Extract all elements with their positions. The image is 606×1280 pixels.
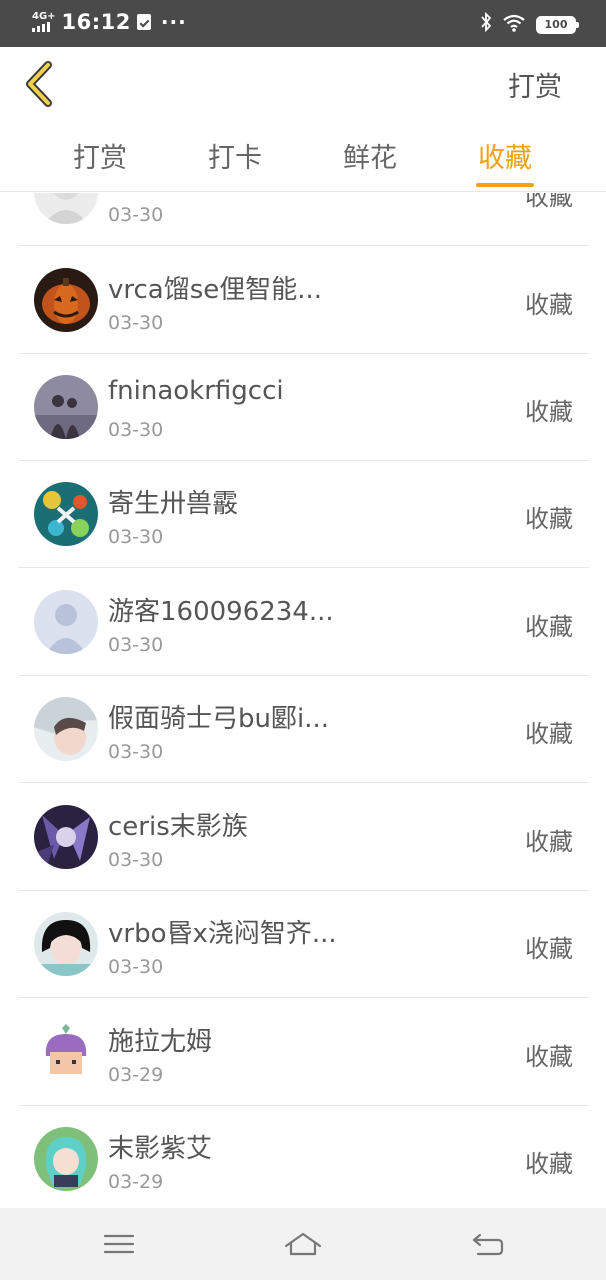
- avatar: [34, 193, 98, 224]
- back-arrow-icon: [472, 1233, 504, 1256]
- list-item[interactable]: 末影紫艾 03-29 收藏: [18, 1106, 589, 1208]
- menu-button[interactable]: [99, 1226, 139, 1262]
- date: 03-29: [108, 1171, 164, 1193]
- list-item[interactable]: 游客160096234... 03-30 收藏: [18, 569, 589, 676]
- home-button[interactable]: [283, 1226, 323, 1262]
- user-name: 施拉尢姆: [108, 1027, 213, 1057]
- avatar: [34, 375, 98, 439]
- tab-flowers[interactable]: 鲜花: [330, 136, 410, 175]
- active-tab-indicator: [476, 183, 534, 187]
- date: 03-30: [108, 741, 164, 763]
- favorites-list: 03-30 收藏 vrca馏se俚智能... 03-30 收藏 fninaokr…: [0, 193, 606, 1208]
- date: 03-30: [108, 204, 164, 226]
- avatar: [34, 1127, 98, 1191]
- battery-indicator: 100: [536, 15, 579, 34]
- avatar: [34, 912, 98, 976]
- favorite-button[interactable]: 收藏: [525, 822, 573, 857]
- list-item[interactable]: fninaokrfigcci 03-30 收藏: [18, 354, 589, 461]
- tab-reward[interactable]: 打赏: [60, 136, 140, 175]
- notification-icon: [136, 14, 151, 30]
- network-type: 4G+: [32, 11, 56, 22]
- favorite-button[interactable]: 收藏: [525, 499, 573, 534]
- date: 03-30: [108, 526, 164, 548]
- avatar: [34, 590, 98, 654]
- list-item[interactable]: vrca馏se俚智能... 03-30 收藏: [18, 247, 589, 354]
- app-header: 打赏: [0, 47, 606, 122]
- menu-icon: [103, 1234, 135, 1254]
- favorite-button[interactable]: 收藏: [525, 714, 573, 749]
- date: 03-30: [108, 634, 164, 656]
- home-icon: [284, 1232, 322, 1256]
- user-name: 寄生卅兽霰: [108, 489, 239, 519]
- avatar: [34, 268, 98, 332]
- tab-bar: 打赏 打卡 鲜花 收藏: [0, 122, 606, 192]
- status-bar: 4G+ 16:12 ··· 100: [0, 0, 606, 47]
- more-notifications-indicator: ···: [160, 10, 187, 34]
- clock: 16:12: [61, 10, 131, 34]
- favorite-button[interactable]: 收藏: [525, 1037, 573, 1072]
- list-item[interactable]: 假面骑士弓bu郾i... 03-30 收藏: [18, 676, 589, 783]
- signal-indicator: 4G+: [32, 12, 56, 32]
- tab-checkin[interactable]: 打卡: [195, 136, 275, 175]
- favorite-button[interactable]: 收藏: [525, 929, 573, 964]
- favorite-button[interactable]: 收藏: [525, 193, 573, 212]
- favorite-button[interactable]: 收藏: [525, 285, 573, 320]
- tab-favorites[interactable]: 收藏: [465, 136, 545, 175]
- user-name: vrca馏se俚智能...: [108, 275, 323, 305]
- list-item[interactable]: 施拉尢姆 03-29 收藏: [18, 999, 589, 1106]
- avatar: [34, 1020, 98, 1084]
- list-item[interactable]: 寄生卅兽霰 03-30 收藏: [18, 461, 589, 568]
- signal-bars-icon: [32, 22, 50, 32]
- user-name: 末影紫艾: [108, 1134, 213, 1164]
- date: 03-29: [108, 1064, 164, 1086]
- reward-button[interactable]: 打赏: [508, 65, 562, 104]
- user-name: vrbo昬x浇闷智齐...: [108, 919, 337, 949]
- user-name: ceris末影族: [108, 812, 248, 842]
- date: 03-30: [108, 419, 164, 441]
- avatar: [34, 697, 98, 761]
- chevron-left-icon: [26, 61, 52, 107]
- date: 03-30: [108, 312, 164, 334]
- favorite-button[interactable]: 收藏: [525, 1144, 573, 1179]
- back-button[interactable]: [22, 61, 58, 107]
- list-item[interactable]: ceris末影族 03-30 收藏: [18, 784, 589, 891]
- back-nav-button[interactable]: [468, 1226, 508, 1262]
- list-item[interactable]: 03-30 收藏: [18, 193, 589, 246]
- user-name: fninaokrfigcci: [108, 376, 284, 406]
- wifi-icon: [502, 13, 526, 37]
- avatar: [34, 805, 98, 869]
- date: 03-30: [108, 956, 164, 978]
- avatar: [34, 482, 98, 546]
- list-item[interactable]: vrbo昬x浇闷智齐... 03-30 收藏: [18, 891, 589, 998]
- system-nav-bar: [0, 1208, 606, 1280]
- user-name: 假面骑士弓bu郾i...: [108, 704, 330, 734]
- favorite-button[interactable]: 收藏: [525, 607, 573, 642]
- favorite-button[interactable]: 收藏: [525, 392, 573, 427]
- user-name: 游客160096234...: [108, 597, 334, 627]
- bluetooth-icon: [480, 11, 492, 37]
- date: 03-30: [108, 849, 164, 871]
